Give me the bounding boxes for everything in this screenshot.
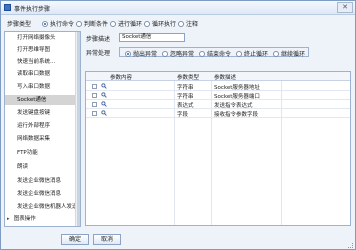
list-item[interactable]: 打开思维导图	[5, 45, 76, 55]
radio-icon	[199, 50, 205, 57]
command-list[interactable]: 打开网络摄像头 打开思维导图 快速当前系统... 读取串口数据 写入串口数据 S…	[4, 31, 81, 227]
column-header-desc[interactable]: 参数描述	[214, 73, 236, 81]
window-title: 事件执行步骤	[14, 6, 51, 13]
app-icon	[4, 4, 11, 11]
step-type-row: 步骤类型 执行命令 判断条件 进行循环 循环执行 注释	[4, 17, 354, 29]
param-desc-cell: 接收指令参数字段	[214, 112, 259, 118]
cancel-button[interactable]: 取消	[93, 234, 121, 245]
radio-icon	[144, 20, 150, 27]
step-type-option-condition[interactable]: 判断条件	[76, 19, 108, 28]
column-header-content[interactable]: 参数内容	[110, 73, 132, 81]
step-type-option-loop-exec[interactable]: 循环执行	[144, 19, 176, 28]
row-checkbox[interactable]	[92, 111, 97, 116]
list-item[interactable]: 运行外部程序	[5, 121, 76, 131]
list-item[interactable]: 朗读	[5, 162, 76, 172]
param-type-cell: 表达式	[177, 103, 194, 109]
radio-icon	[42, 20, 48, 27]
list-item[interactable]: FTP功能	[5, 148, 76, 158]
list-item[interactable]: 发送企业微信机器人发送...	[5, 202, 76, 212]
error-option-continue[interactable]: 继续循环	[273, 49, 305, 58]
list-item-selected[interactable]: Socket通信	[5, 95, 76, 105]
row-checkbox[interactable]	[92, 93, 97, 98]
table-row[interactable]: 字段 接收指令参数字段	[86, 109, 350, 118]
list-item[interactable]: 发送企业微信消息	[5, 176, 76, 186]
search-icon[interactable]	[101, 101, 107, 107]
row-checkbox[interactable]	[92, 84, 97, 89]
radio-icon	[162, 50, 168, 57]
step-desc-label: 步骤描述	[86, 36, 111, 43]
param-desc-cell: Socket服务器端口	[214, 94, 260, 100]
list-item[interactable]: 读取串口数据	[5, 69, 76, 79]
main-panel: 步骤描述 Socket通信 异常处理 抛出异常 忽略异常 结束命令 终止循环 继…	[83, 31, 354, 227]
step-type-option-comment[interactable]: 注释	[178, 19, 198, 28]
error-handling-group: 抛出异常 忽略异常 结束命令 终止循环 继续循环	[119, 47, 309, 58]
radio-icon	[110, 20, 116, 27]
grid-header: 参数内容 参数类型 参数描述	[86, 72, 350, 81]
param-desc-cell: Socket服务器地址	[214, 85, 260, 91]
radio-icon	[178, 20, 184, 27]
radio-icon	[125, 50, 131, 57]
param-type-cell: 字符串	[177, 94, 194, 100]
list-item[interactable]: 写入串口数据	[5, 82, 76, 92]
tree-group-chart-ops[interactable]: ▸ 图表操作	[7, 214, 77, 224]
step-dialog: 事件执行步骤 ✕ 步骤类型 执行命令 判断条件 进行循环 循环执行 注释 打开网…	[0, 0, 356, 250]
close-button[interactable]: ✕	[337, 2, 353, 13]
error-handling-label: 异常处理	[86, 50, 111, 57]
expand-arrow-icon[interactable]: ▸	[7, 214, 12, 224]
list-item[interactable]: 发送键盘按键	[5, 108, 76, 118]
error-option-ignore[interactable]: 忽略异常	[162, 49, 194, 58]
step-type-option-execute[interactable]: 执行命令	[42, 19, 74, 28]
search-icon[interactable]	[101, 83, 107, 89]
step-type-label: 步骤类型	[7, 21, 32, 28]
row-checkbox[interactable]	[92, 102, 97, 107]
table-row[interactable]: 字符串 Socket服务器端口	[86, 91, 350, 100]
search-icon[interactable]	[101, 92, 107, 98]
step-type-option-loop[interactable]: 进行循环	[110, 19, 142, 28]
error-option-end[interactable]: 结束命令	[199, 49, 231, 58]
radio-icon	[236, 50, 242, 57]
list-item[interactable]: 快速当前系统...	[5, 57, 76, 67]
param-type-cell: 字段	[177, 112, 189, 118]
step-desc-field[interactable]: Socket通信	[119, 33, 185, 42]
parameter-grid[interactable]: 参数内容 参数类型 参数描述 字符串 Socket服务器地址 字符串 Socke…	[85, 71, 351, 226]
error-option-throw[interactable]: 抛出异常	[125, 49, 157, 58]
table-row[interactable]: 表达式 发送指令表达式	[86, 100, 350, 109]
search-icon[interactable]	[101, 110, 107, 116]
title-bar[interactable]: 事件执行步骤 ✕	[1, 1, 355, 15]
dialog-footer: 确定 取消	[1, 229, 355, 250]
scrollbar-thumb[interactable]	[77, 32, 80, 226]
vertical-scrollbar[interactable]	[75, 32, 80, 226]
param-desc-cell: 发送指令表达式	[214, 103, 253, 109]
tree-group-label: 图表操作	[13, 216, 36, 222]
table-row[interactable]: 字符串 Socket服务器地址	[86, 82, 350, 91]
radio-icon	[273, 50, 279, 57]
list-item[interactable]: 网络数据采集	[5, 134, 76, 144]
resize-grip-icon[interactable]	[348, 243, 353, 248]
param-type-cell: 字符串	[177, 85, 194, 91]
column-header-type[interactable]: 参数类型	[177, 73, 199, 81]
list-item[interactable]: 发送企业微信消息	[5, 189, 76, 199]
list-item[interactable]: 打开网络摄像头	[5, 33, 76, 43]
radio-icon	[76, 20, 82, 27]
error-option-break[interactable]: 终止循环	[236, 49, 268, 58]
ok-button[interactable]: 确定	[61, 234, 89, 245]
